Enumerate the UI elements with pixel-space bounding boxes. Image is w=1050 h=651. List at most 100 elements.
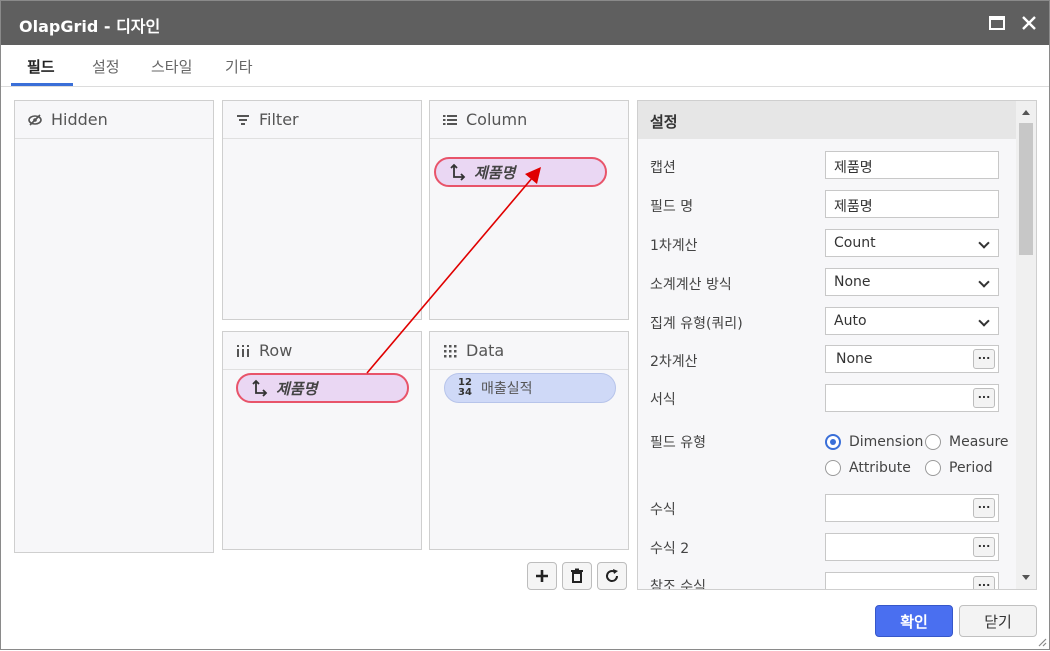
ref-formula-label: 참조 수식 — [650, 579, 706, 590]
ref-formula-input[interactable]: ... — [825, 572, 999, 589]
list-icon — [443, 114, 457, 125]
eye-slash-icon — [28, 113, 42, 126]
row-panel-title: Row — [259, 341, 293, 360]
column-panel-header: Column — [430, 101, 628, 139]
row-field-label: 제품명 — [276, 379, 318, 398]
refresh-icon — [606, 569, 619, 582]
calc1-label: 1차계산 — [650, 238, 698, 254]
format-more-button[interactable]: ... — [973, 388, 995, 408]
calc1-select[interactable]: Count — [825, 229, 999, 257]
title-bar[interactable]: OlapGrid - 디자인 — [1, 1, 1049, 45]
data-field-label: 매출실적 — [481, 381, 533, 397]
filter-panel-title: Filter — [259, 110, 299, 129]
hidden-panel[interactable]: Hidden — [14, 100, 214, 553]
tab-settings[interactable]: 설정 — [92, 56, 120, 77]
column-field-label: 제품명 — [474, 163, 516, 182]
filter-panel-header: Filter — [223, 101, 421, 139]
radio-attribute-label: Attribute — [849, 460, 911, 476]
formula2-more-button[interactable]: ... — [973, 537, 995, 557]
data-field-chip[interactable]: 12 34 매출실적 — [444, 373, 616, 403]
field-name-label: 필드 명 — [650, 199, 694, 215]
columns-icon — [237, 344, 249, 357]
field-name-value: 제품명 — [834, 199, 873, 215]
calc2-more-button[interactable]: ... — [973, 349, 995, 369]
formula-label: 수식 — [650, 502, 676, 518]
row-panel[interactable]: Row 제품명 — [222, 331, 422, 550]
tab-fields[interactable]: 필드 — [27, 56, 55, 77]
dimension-icon — [252, 379, 268, 397]
formula2-label: 수식 2 — [650, 541, 690, 557]
refresh-button[interactable] — [597, 562, 627, 590]
active-tab-indicator — [11, 83, 73, 86]
format-label: 서식 — [650, 392, 676, 408]
tab-etc[interactable]: 기타 — [225, 56, 253, 77]
row-field-chip[interactable]: 제품명 — [236, 373, 409, 403]
radio-period-circle — [925, 460, 941, 476]
agg-type-label: 집계 유형(쿼리) — [650, 316, 743, 332]
ref-formula-more-button[interactable]: ... — [973, 576, 995, 589]
column-panel[interactable]: Column 제품명 — [429, 100, 629, 320]
maximize-icon[interactable] — [985, 11, 1009, 35]
agg-type-value: Auto — [834, 313, 867, 329]
close-icon[interactable] — [1017, 11, 1041, 35]
hidden-panel-title: Hidden — [51, 110, 108, 129]
column-field-chip[interactable]: 제품명 — [434, 157, 607, 187]
radio-attribute-circle — [825, 460, 841, 476]
formula-more-button[interactable]: ... — [973, 498, 995, 518]
calc2-input[interactable]: None ... — [825, 345, 999, 373]
radio-dimension-circle — [825, 434, 841, 450]
agg-type-select[interactable]: Auto — [825, 307, 999, 335]
scroll-up-icon[interactable] — [1016, 105, 1036, 119]
radio-measure[interactable]: Measure — [925, 434, 1009, 450]
radio-measure-circle — [925, 434, 941, 450]
close-button[interactable]: 닫기 — [959, 605, 1037, 637]
ok-button[interactable]: 확인 — [875, 605, 953, 637]
data-panel[interactable]: Data 12 34 매출실적 — [429, 331, 629, 550]
data-panel-title: Data — [466, 341, 505, 360]
hidden-panel-header: Hidden — [15, 101, 213, 139]
caption-label: 캡션 — [650, 160, 676, 176]
numeric-icon-bottom: 34 — [458, 387, 472, 398]
olapgrid-design-dialog: OlapGrid - 디자인 필드 설정 스타일 기타 Hidden Filte… — [0, 0, 1050, 650]
field-type-label: 필드 유형 — [650, 435, 706, 451]
radio-dimension[interactable]: Dimension — [825, 434, 923, 450]
filter-icon — [237, 114, 249, 125]
data-panel-header: Data — [430, 332, 628, 370]
settings-panel: 설정 캡션 제품명 필드 명 제품명 1차계산 Count 소계계산 방식 No… — [637, 100, 1037, 590]
plus-icon — [536, 570, 548, 582]
trash-icon — [571, 568, 583, 583]
resize-grip-icon[interactable] — [1037, 637, 1047, 647]
tab-style[interactable]: 스타일 — [151, 56, 192, 77]
calc2-label: 2차계산 — [650, 354, 698, 370]
radio-period[interactable]: Period — [925, 460, 993, 476]
radio-dimension-label: Dimension — [849, 434, 924, 450]
dimension-icon — [450, 163, 466, 181]
settings-header: 설정 — [638, 101, 1016, 139]
subtotal-value: None — [834, 274, 871, 290]
settings-scrollbar[interactable] — [1016, 101, 1036, 589]
row-panel-header: Row — [223, 332, 421, 370]
radio-measure-label: Measure — [949, 434, 1009, 450]
radio-attribute[interactable]: Attribute — [825, 460, 911, 476]
format-input[interactable]: ... — [825, 384, 999, 412]
tab-bar: 필드 설정 스타일 기타 — [1, 45, 1049, 87]
radio-period-label: Period — [949, 460, 993, 476]
delete-field-button[interactable] — [562, 562, 592, 590]
field-name-input[interactable]: 제품명 — [825, 190, 999, 218]
window-title: OlapGrid - 디자인 — [19, 17, 161, 36]
subtotal-label: 소계계산 방식 — [650, 277, 732, 293]
column-panel-title: Column — [466, 110, 528, 129]
caption-input[interactable]: 제품명 — [825, 151, 999, 179]
filter-panel[interactable]: Filter — [222, 100, 422, 320]
calc1-value: Count — [834, 235, 876, 251]
grid-dots-icon — [444, 344, 457, 357]
formula2-input[interactable]: ... — [825, 533, 999, 561]
subtotal-select[interactable]: None — [825, 268, 999, 296]
formula-input[interactable]: ... — [825, 494, 999, 522]
scroll-down-icon[interactable] — [1016, 571, 1036, 585]
calc2-value: None — [836, 351, 873, 367]
scroll-thumb[interactable] — [1019, 123, 1033, 255]
caption-value: 제품명 — [834, 160, 873, 176]
numeric-icon: 12 34 — [457, 378, 473, 398]
add-field-button[interactable] — [527, 562, 557, 590]
